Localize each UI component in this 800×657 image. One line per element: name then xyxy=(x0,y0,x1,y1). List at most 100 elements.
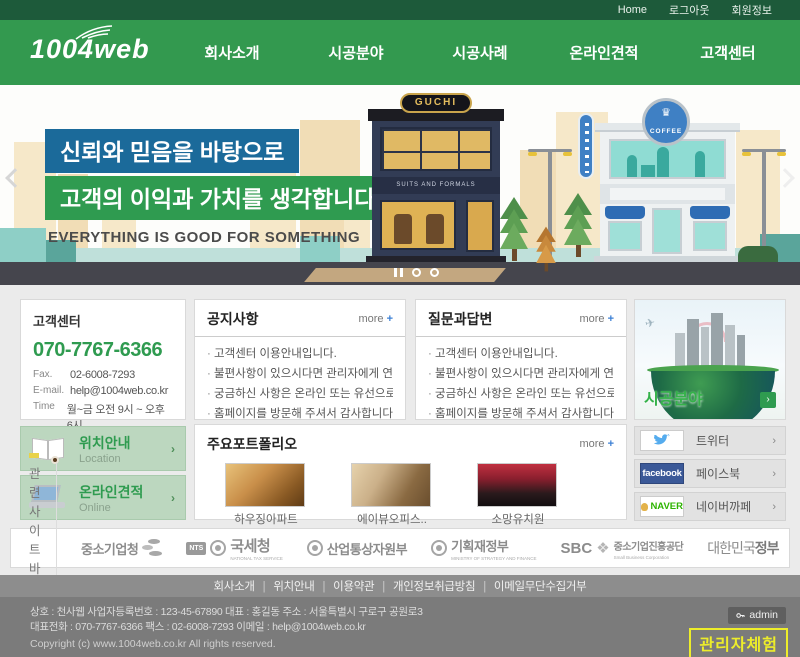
lamp-bulb xyxy=(563,152,572,156)
partner-sites-strip: 관련사이트 바로가기 중소기업청 NTS 국세청 NATIONAL TAX SE… xyxy=(10,528,790,568)
pine-tree xyxy=(564,193,592,257)
admin-button[interactable]: admin xyxy=(728,607,786,624)
nav-item-company[interactable]: 회사소개 xyxy=(170,20,294,85)
partner-korea-gov[interactable]: 대한민국정부 xyxy=(707,538,778,558)
chevron-right-icon: › xyxy=(171,491,175,505)
footer-link-terms[interactable]: 이용약관 xyxy=(333,578,393,594)
customer-center-box: 고객센터 070-7767-6366 Fax. 02-6008-7293 E-m… xyxy=(20,299,186,420)
side-banner-label: 시공분야 xyxy=(644,385,703,409)
nav-item-estimate[interactable]: 온라인견적 xyxy=(542,20,666,85)
coat-silhouette xyxy=(394,214,412,244)
footer-link-privacy[interactable]: 개인정보취급방침 xyxy=(393,578,494,594)
shop-windows xyxy=(380,127,492,171)
qna-item[interactable]: 궁금하신 사항은 온라인 또는 유선으로.. xyxy=(428,384,614,404)
qna-more-link[interactable]: more + xyxy=(579,313,614,325)
carousel-controls xyxy=(394,268,439,277)
footer-link-company[interactable]: 회사소개 xyxy=(214,578,274,594)
naver-label: 네이버까페 xyxy=(696,498,751,515)
social-naver-cafe[interactable]: NAVER 네이버까페 › xyxy=(634,492,786,521)
carousel-pause-button[interactable] xyxy=(394,268,403,277)
fax-value: 02-6008-7293 xyxy=(70,369,135,381)
footer-copyright: Copyright (c) www.1004web.co.kr All righ… xyxy=(30,638,276,650)
notice-item[interactable]: 홈페이지를 방문해 주셔서 감사합니다. xyxy=(207,404,393,424)
hero-headline-1: 신뢰와 믿음을 바탕으로 xyxy=(45,129,299,173)
facebook-label: 페이스북 xyxy=(696,465,740,482)
portfolio-item[interactable]: 에이뷰오피스.. xyxy=(351,463,433,527)
portfolio-caption: 에이뷰오피스.. xyxy=(351,511,433,527)
sbc-swirl-icon: ❖ xyxy=(596,539,609,557)
notice-more-link[interactable]: more + xyxy=(358,313,393,325)
qna-title: 질문과답변 xyxy=(428,309,492,329)
logo[interactable]: 1004web xyxy=(30,34,150,65)
partner-smba[interactable]: 중소기업청 xyxy=(81,539,162,558)
nts-badge-icon: NTS xyxy=(186,542,206,555)
footer-info-line1: 상호 : 천사웹 사업자등록번호 : 123-45-67890 대표 : 홍길동… xyxy=(30,605,423,620)
portfolio-item[interactable]: 소망유치원 xyxy=(477,463,559,527)
member-info-link[interactable]: 회원정보 xyxy=(732,2,772,18)
fax-label: Fax. xyxy=(33,369,70,381)
portfolio-thumbnail xyxy=(225,463,305,507)
facebook-icon: facebook xyxy=(640,463,684,484)
partner-mosf[interactable]: 기획재정부 MINISTRY OF STRATEGY AND FINANCE xyxy=(431,536,536,561)
home-link[interactable]: Home xyxy=(618,4,647,16)
notice-item[interactable]: 고객센터 이용안내입니다. xyxy=(207,344,393,364)
logout-link[interactable]: 로그아웃 xyxy=(669,2,709,18)
map-book-icon xyxy=(27,433,71,465)
footer-info-line2: 대표전화 : 070-7767-6366 팩스 : 02-6008-7293 이… xyxy=(30,620,423,635)
notice-item[interactable]: 궁금하신 사항은 온라인 또는 유선으로.. xyxy=(207,384,393,404)
coffee-base xyxy=(594,256,741,262)
street-lamp xyxy=(742,143,786,261)
footer-link-email-refusal[interactable]: 이메일무단수집거부 xyxy=(494,578,587,594)
notice-box: 공지사항 more + 고객센터 이용안내입니다. 불편사항이 있으시다면 관리… xyxy=(194,299,406,420)
footer-link-location[interactable]: 위치안내 xyxy=(273,578,333,594)
admin-button-label: admin xyxy=(749,609,778,621)
plus-icon: + xyxy=(608,313,614,325)
suits-sign: SUITS AND FORMALS xyxy=(372,177,500,194)
qna-item[interactable]: 불편사항이 있으시다면 관리자에게 연.. xyxy=(428,364,614,384)
shop-upper-floor xyxy=(372,121,500,177)
portfolio-caption: 하우징아파트 xyxy=(225,511,307,527)
qna-item[interactable]: 홈페이지를 방문해 주셔서 감사합니다. xyxy=(428,404,614,424)
side-banner-fields[interactable]: ✈ 시공분야 › xyxy=(634,299,786,420)
mosf-emblem-icon xyxy=(431,540,447,556)
notice-item[interactable]: 불편사항이 있으시다면 관리자에게 연.. xyxy=(207,364,393,384)
portfolio-item[interactable]: 하우징아파트 xyxy=(225,463,307,527)
partner-nts[interactable]: NTS 국세청 NATIONAL TAX SERVICE xyxy=(186,535,283,561)
admin-experience-badge[interactable]: 관리자체험 xyxy=(689,628,788,657)
nav-menu: 회사소개 시공분야 시공사례 온라인견적 고객센터 xyxy=(170,20,790,85)
qna-item[interactable]: 고객센터 이용안내입니다. xyxy=(428,344,614,364)
partner-motie[interactable]: 산업통상자원부 xyxy=(307,539,407,558)
hero-banner: 신뢰와 믿음을 바탕으로 고객의 이익과 가치를 생각합니다. EVERYTHI… xyxy=(0,85,800,285)
nav-item-fields[interactable]: 시공분야 xyxy=(294,20,418,85)
coffee-shop-illustration: ♛ COFFEE xyxy=(600,98,735,262)
nav-item-cases[interactable]: 시공사례 xyxy=(418,20,542,85)
shop-door xyxy=(466,200,494,252)
location-subtitle: Location xyxy=(79,453,131,465)
portfolio-items: 하우징아파트 에이뷰오피스.. 소망유치원 xyxy=(195,461,626,527)
coffee-sign-text: COFFEE xyxy=(650,128,682,135)
partner-sbc[interactable]: SBC ❖ 중소기업진흥공단 Small Business Corporatio… xyxy=(561,537,684,560)
customer-center-phone: 070-7767-6366 xyxy=(33,339,173,362)
vertical-sign-text xyxy=(585,123,589,173)
side-banner-arrow[interactable]: › xyxy=(760,392,776,408)
coffee-window xyxy=(693,221,727,251)
carousel-dot-1[interactable] xyxy=(412,268,421,277)
chevron-right-icon: › xyxy=(772,501,776,513)
portfolio-title: 주요포트폴리오 xyxy=(207,434,297,454)
lamp-bulb xyxy=(777,152,786,156)
social-facebook[interactable]: facebook 페이스북 › xyxy=(634,459,786,488)
main-nav: 1004web 회사소개 시공분야 시공사례 온라인견적 고객센터 xyxy=(0,20,800,85)
portfolio-thumbnail xyxy=(351,463,431,507)
naver-icon: NAVER xyxy=(640,496,684,517)
nav-item-customer[interactable]: 고객센터 xyxy=(666,20,790,85)
portfolio-more-link[interactable]: more + xyxy=(579,438,614,450)
chevron-right-icon: › xyxy=(772,435,776,447)
social-twitter[interactable]: 트위터 › xyxy=(634,426,786,455)
email-value: help@1004web.co.kr xyxy=(70,385,168,397)
coffee-mid-band xyxy=(600,184,735,204)
carousel-dot-2[interactable] xyxy=(430,268,439,277)
key-icon xyxy=(736,611,745,620)
coffee-window xyxy=(608,221,642,251)
twitter-icon xyxy=(640,430,684,451)
coffee-lower xyxy=(600,204,735,256)
